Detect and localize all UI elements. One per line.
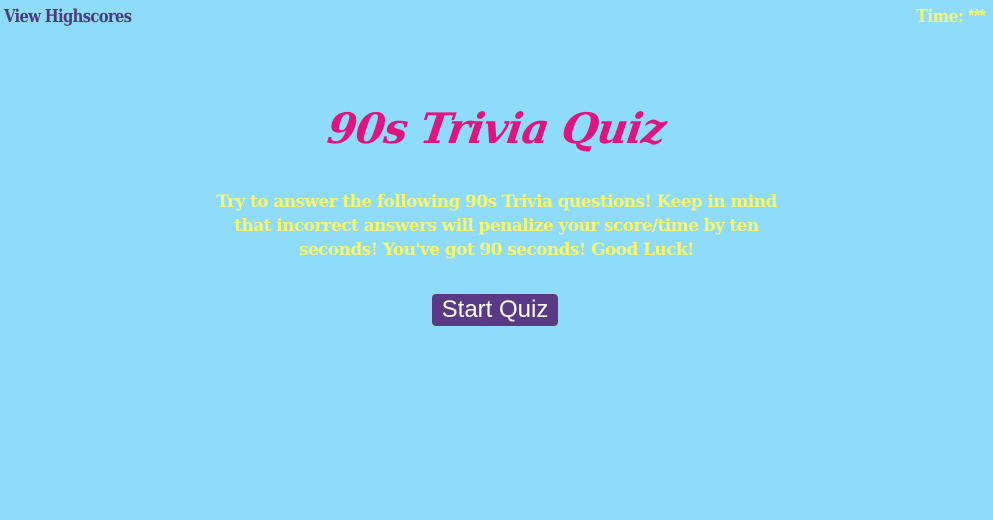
- timer-value: ***: [968, 6, 985, 26]
- timer-label: Time:: [916, 6, 969, 27]
- quiz-instructions: Try to answer the following 90s Trivia q…: [216, 192, 777, 260]
- timer: Time: ***: [916, 6, 985, 27]
- quiz-title: 90s Trivia Quiz: [324, 104, 669, 153]
- start-quiz-button[interactable]: Start Quiz: [432, 294, 558, 326]
- top-bar: View Highscores Time: ***: [4, 6, 985, 32]
- view-highscores-link[interactable]: View Highscores: [4, 6, 132, 27]
